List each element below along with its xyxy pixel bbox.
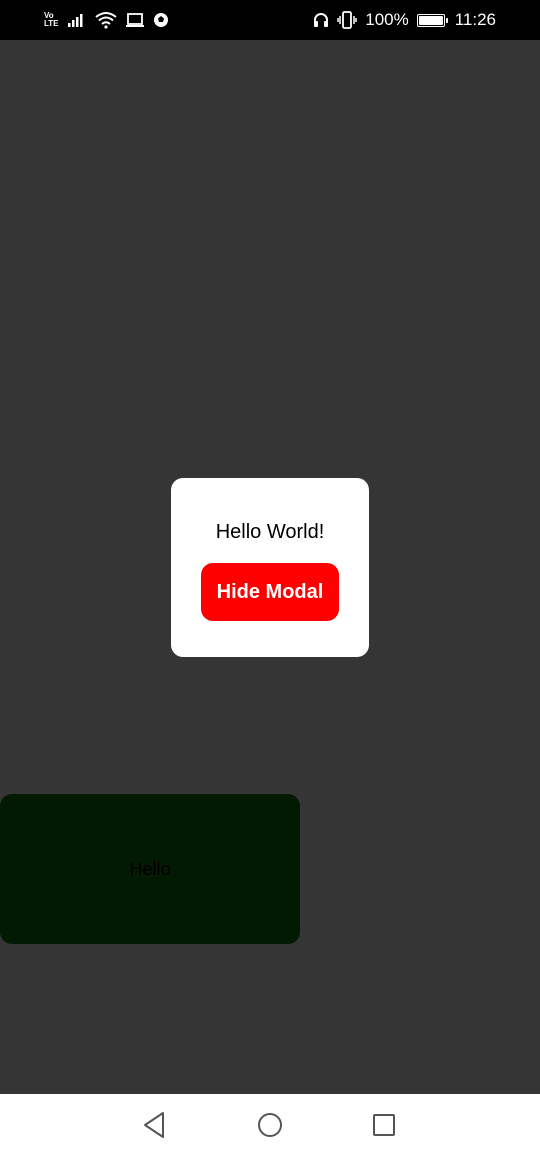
battery-percent: 100%: [365, 10, 409, 29]
status-left: Vo LTE: [44, 11, 169, 29]
nav-home-button[interactable]: [240, 1094, 300, 1156]
nav-back-button[interactable]: [124, 1094, 184, 1156]
volte-icon: Vo LTE: [44, 12, 59, 28]
home-icon: [258, 1113, 282, 1137]
laptop-icon: [125, 13, 144, 27]
vibrate-icon: [337, 11, 357, 29]
status-right: 100% 11:26: [313, 10, 496, 30]
modal-dialog: Hello World! Hide Modal: [171, 478, 369, 657]
hello-box-text: Hello: [129, 858, 171, 879]
clock: 11:26: [454, 10, 496, 29]
hello-box: Hello: [0, 794, 300, 944]
volte-bottom-label: LTE: [44, 19, 59, 28]
hide-modal-button[interactable]: Hide Modal: [201, 563, 339, 621]
back-icon: [144, 1112, 164, 1138]
recents-icon: [373, 1114, 395, 1136]
battery-fill: [418, 15, 443, 25]
headphones-icon: [314, 13, 329, 27]
battery-icon: [416, 13, 448, 27]
status-bar: Vo LTE 100% 11:26: [0, 0, 540, 40]
signal-icon: [67, 14, 83, 27]
nav-bar: [0, 1094, 540, 1156]
soccer-ball-icon: [153, 13, 168, 27]
wifi-icon: [94, 12, 117, 29]
modal-message: Hello World!: [215, 521, 325, 543]
nav-recents-button[interactable]: [354, 1094, 414, 1156]
